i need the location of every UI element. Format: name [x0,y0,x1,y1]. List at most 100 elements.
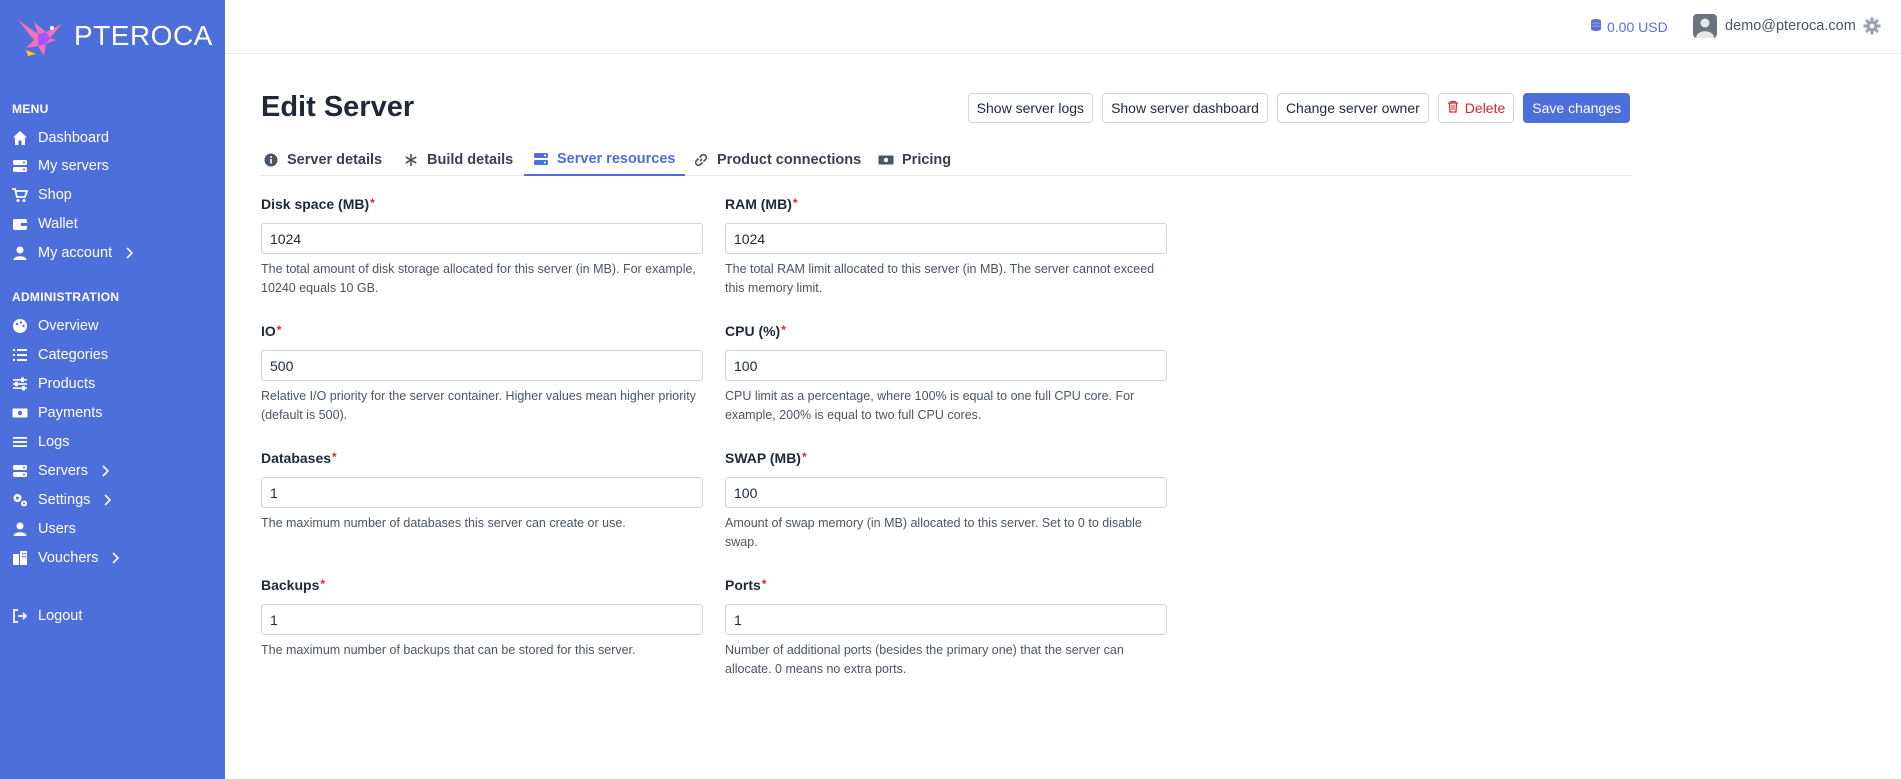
sidebar-item-label: Logs [38,434,70,450]
tab-pricing[interactable]: Pricing [878,144,951,176]
tab-server-details[interactable]: Server details [263,144,382,176]
wallet-icon [12,216,28,232]
field-label: Disk space (MB) [261,196,370,212]
field-label: CPU (%) [725,323,781,339]
gear-icon[interactable] [1863,17,1881,40]
coins-icon [1589,18,1603,35]
swap-field: SWAP (MB)* Amount of swap memory (in MB)… [725,450,1167,552]
required-mark: * [370,196,375,210]
required-mark: * [781,323,786,337]
tab-bar: Server details Build details Server reso… [261,144,1631,176]
sidebar-item-products[interactable]: Products [12,372,95,396]
user-email: demo@pteroca.com [1725,18,1856,34]
chevron-right-icon [102,494,112,506]
tab-product-connections[interactable]: Product connections [693,144,861,176]
chevron-right-icon [100,465,110,477]
delete-label: Delete [1464,100,1506,116]
field-help: Relative I/O priority for the server con… [261,389,696,422]
gears-icon [12,492,28,508]
tab-build-details[interactable]: Build details [403,144,513,176]
sidebar-item-my-servers[interactable]: My servers [12,154,109,178]
io-input[interactable] [261,350,703,381]
admin-section-title: ADMINISTRATION [12,290,120,304]
tab-label: Server resources [557,151,676,167]
sidebar-item-servers[interactable]: Servers [12,459,110,483]
sidebar-item-payments[interactable]: Payments [12,401,102,425]
pterodactyl-logo-icon [16,14,66,58]
swap-input[interactable] [725,477,1167,508]
io-field: IO* Relative I/O priority for the server… [261,323,703,425]
sidebar-item-categories[interactable]: Categories [12,343,108,367]
ports-field: Ports* Number of additional ports (besid… [725,577,1167,679]
sidebar-item-wallet[interactable]: Wallet [12,212,78,236]
sidebar-item-logs[interactable]: Logs [12,430,69,454]
required-mark: * [761,577,767,591]
field-help: CPU limit as a percentage, where 100% is… [725,389,1135,422]
required-mark: * [320,577,326,591]
ram-input[interactable] [725,223,1167,254]
palette-icon [12,318,28,334]
trash-icon [1447,100,1459,116]
home-icon [12,130,28,146]
tab-label: Product connections [717,152,862,168]
sidebar-item-dashboard[interactable]: Dashboard [12,126,109,150]
field-label: RAM (MB) [725,196,792,212]
sidebar-item-label: Vouchers [38,550,99,566]
sidebar-item-logout[interactable]: Logout [12,604,82,628]
sidebar-item-label: Logout [38,608,83,624]
info-icon [263,152,279,168]
wallet-balance[interactable]: 0.00 USD [1589,18,1668,35]
ram-field: RAM (MB)* The total RAM limit allocated … [725,196,1167,298]
tab-label: Server details [287,152,383,168]
sidebar-item-label: Products [38,376,96,392]
sidebar-item-vouchers[interactable]: Vouchers [12,546,120,570]
field-help: The total amount of disk storage allocat… [261,262,696,295]
list-icon [12,347,28,363]
sidebar-item-label: My account [38,245,113,261]
save-changes-button[interactable]: Save changes [1523,93,1630,123]
backups-input[interactable] [261,604,703,635]
show-server-logs-button[interactable]: Show server logs [967,93,1094,123]
sidebar-item-label: My servers [38,158,109,174]
sidebar-item-shop[interactable]: Shop [12,183,72,207]
sidebar-item-users[interactable]: Users [12,517,76,541]
link-icon [693,152,709,168]
logout-icon [12,608,28,624]
sidebar-item-label: Wallet [38,216,78,232]
avatar [1693,14,1717,38]
sidebar-item-label: Users [38,521,76,537]
user-icon [12,245,28,261]
field-label: Databases [261,450,332,466]
cpu-input[interactable] [725,350,1167,381]
tab-label: Pricing [902,152,952,168]
page-title: Edit Server [261,91,415,123]
databases-input[interactable] [261,477,703,508]
delete-button[interactable]: Delete [1437,93,1515,123]
databases-field: Databases* The maximum number of databas… [261,450,703,533]
brand-name: PTEROCA [74,20,213,51]
sidebar-item-overview[interactable]: Overview [12,314,98,338]
server-icon [12,463,28,479]
sidebar-item-my-account[interactable]: My account [12,241,134,265]
show-server-dashboard-button[interactable]: Show server dashboard [1102,93,1268,123]
sidebar-item-label: Dashboard [38,130,109,146]
server-icon [12,158,28,174]
disk-space-input[interactable] [261,223,703,254]
field-help: The maximum number of databases this ser… [261,516,626,530]
brand-logo[interactable]: PTEROCA [16,14,213,58]
sidebar-item-label: Servers [38,463,88,479]
sidebar-item-label: Overview [38,318,99,334]
sidebar-item-settings[interactable]: Settings [12,488,112,512]
building-icon [12,550,28,566]
field-help: Number of additional ports (besides the … [725,643,1124,676]
user-icon [12,521,28,537]
user-menu[interactable]: demo@pteroca.com [1693,14,1856,38]
balance-amount: 0.00 USD [1607,18,1668,35]
tab-label: Build details [427,152,514,168]
sidebar-item-label: Settings [38,492,91,508]
chevron-right-icon [124,247,134,259]
ports-input[interactable] [725,604,1167,635]
change-server-owner-button[interactable]: Change server owner [1276,93,1429,123]
tab-server-resources[interactable]: Server resources [524,144,685,176]
page-actions: Show server logs Show server dashboard C… [967,93,1630,123]
